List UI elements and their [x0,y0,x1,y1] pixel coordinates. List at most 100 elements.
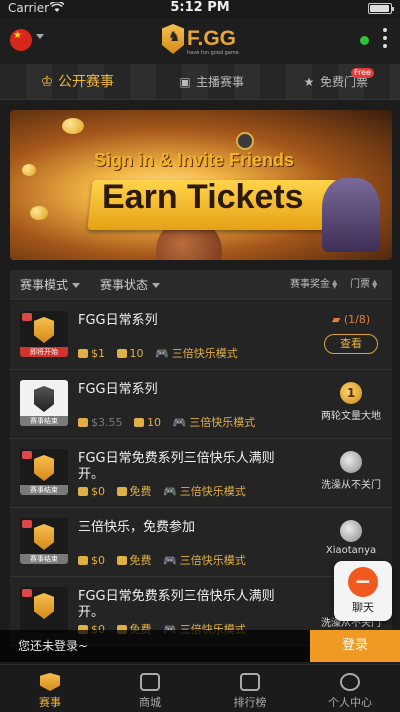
tab-label: 主播赛事 [196,75,245,89]
filter-tournament-status[interactable]: 赛事状态 [100,270,161,300]
coin-icon [78,487,88,496]
chat-label: 聊天 [352,601,374,614]
nav-label: 赛事 [39,696,61,709]
ticket-icon [116,487,127,496]
ticket-count: 免费 [129,554,152,567]
tournament-title: FGG日常免费系列三倍快乐人满则开。 [78,589,275,620]
nav-leaderboard[interactable]: 排行榜 [210,665,290,712]
gamepad-icon: 🎮 [172,416,187,429]
row-actions: ▰ (1/8) 查看 [310,309,392,354]
view-button[interactable]: 查看 [324,334,378,354]
login-button[interactable]: 登录 [310,630,400,662]
winner-info: 1 两轮文量大地 [310,378,392,422]
online-status-icon [360,36,369,45]
ticket-count: 10 [129,347,144,360]
brand-name: F.GG [187,27,237,50]
flag-corner-icon [22,313,32,321]
filter-bar: 赛事模式 赛事状态 赛事奖金 ▲ ▼ 门票 ▲ ▼ [10,270,392,300]
status-tag: 赛事结束 [20,554,68,564]
table-row[interactable]: 赛事结束 FGG日常系列 $3.55 10 🎮 三倍快乐模式 1 两轮文量大地 [10,370,392,439]
tournament-title: 三倍快乐，免费参加 [78,520,196,535]
tournament-thumbnail [20,587,68,633]
sort-ticket[interactable]: 门票 ▲ ▼ [350,270,377,300]
flag-corner-icon [22,451,32,459]
entry-fee: $3.55 [91,416,123,429]
chess-knight-icon [34,317,54,343]
sort-icon: ▲ ▼ [332,278,338,290]
entry-fee: $1 [91,347,105,360]
status-tag: 即将开始 [20,347,68,357]
winner-name: Xiaotanya [325,545,377,556]
chat-button[interactable]: − 聊天 [334,561,392,621]
avatar [340,520,362,542]
brand-tagline: have fun good game [187,50,239,56]
more-menu-icon[interactable] [382,28,388,52]
free-badge: Free [351,68,374,78]
filter-label: 赛事状态 [100,278,149,292]
chevron-down-icon [72,283,81,288]
battery-icon [368,3,394,14]
trophy-icon: ♔ [40,74,54,90]
game-mode: 三倍快乐模式 [171,347,238,360]
clock: 5:12 PM [170,0,230,15]
tournament-thumbnail: 赛事结束 [20,449,68,495]
coin-icon [62,118,84,134]
table-row[interactable]: 即将开始 FGG日常系列 $1 10 🎮 三倍快乐模式 ▰ (1/8) 查看 [10,301,392,370]
first-place-icon: 1 [340,382,362,404]
gamepad-icon: 🎮 [155,347,169,360]
nav-label: 个人中心 [328,696,372,709]
coin-icon [78,556,88,565]
promo-banner[interactable]: Sign in & Invite Friends Earn Tickets [10,110,392,260]
leaderboard-icon [240,673,260,691]
nav-label: 商城 [139,696,161,709]
winner-info: Xiaotanya [310,516,392,556]
tournament-thumbnail: 赛事结束 [20,518,68,564]
china-flag-icon[interactable]: ★ [10,29,32,51]
nav-label: 排行榜 [233,696,267,709]
ticket-icon [116,349,127,358]
winner-info: 洗澡从不关门 [310,447,392,491]
nav-tournaments[interactable]: 赛事 [10,665,90,712]
chat-icon: − [348,567,378,597]
chess-knight-icon [34,524,54,550]
chess-knight-icon [34,455,54,481]
coin-icon [30,206,48,220]
tournament-meta: $1 10 🎮 三倍快乐模式 [78,345,238,361]
chess-knight-icon [34,593,54,619]
filter-tournament-mode[interactable]: 赛事模式 [20,270,81,300]
status-tag: 赛事结束 [20,416,68,426]
ticket-icon [134,418,144,427]
chess-knight-icon: ♞ [162,24,184,54]
star-icon: ★ [303,75,315,89]
bottom-nav: 赛事 商城 排行榜 个人中心 [0,664,400,712]
winner-name: 两轮文量大地 [321,411,381,422]
tournament-thumbnail: 赛事结束 [20,380,68,426]
video-icon: ▣ [179,75,191,89]
table-row[interactable]: 赛事结束 FGG日常免费系列三倍快乐人满则开。 $0 免费 🎮 三倍快乐模式 洗澡… [10,439,392,508]
sort-prize[interactable]: 赛事奖金 ▲ ▼ [290,270,337,300]
tournament-title: FGG日常系列 [78,382,158,397]
entry-fee: $0 [91,554,105,567]
game-mode: 三倍快乐模式 [189,416,256,429]
medal-icon [236,132,254,150]
tab-public-tournaments[interactable]: ♔ 公开赛事 [40,64,114,100]
nav-profile[interactable]: 个人中心 [310,665,390,712]
flag-corner-icon [22,589,32,597]
hero-character [322,178,380,252]
winner-name: 洗澡从不关门 [321,480,381,491]
ticket-count: 10 [147,416,161,429]
profile-icon [340,673,360,691]
coin-icon [78,349,88,358]
sort-icon: ▲ ▼ [372,278,378,290]
store-icon [140,673,160,691]
tournament-meta: $3.55 10 🎮 三倍快乐模式 [78,414,255,430]
tournament-meta: $0 免费 🎮三倍快乐模式 [78,552,246,568]
chevron-down-icon[interactable] [36,34,44,39]
banner-title: Earn Tickets [102,178,304,216]
chess-knight-icon [34,386,54,412]
nav-store[interactable]: 商城 [110,665,190,712]
tournament-title: FGG日常系列 [78,313,158,328]
status-bar: Carrier 5:12 PM [0,0,400,18]
tab-streamer-tournaments[interactable]: ▣ 主播赛事 [178,64,244,100]
filter-label: 赛事模式 [20,278,69,292]
